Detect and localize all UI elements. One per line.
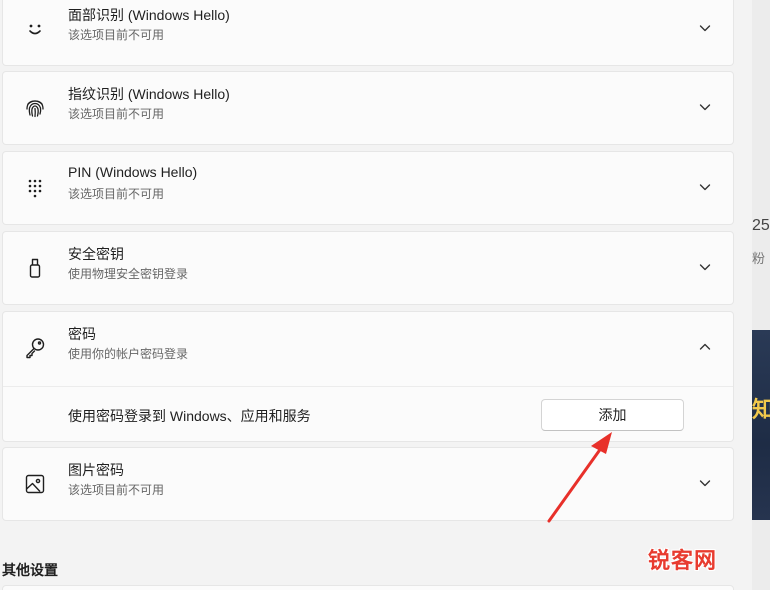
chevron-down-icon[interactable]	[697, 259, 713, 275]
background-banner: 知	[752, 330, 770, 520]
face-recognition-title: 面部识别 (Windows Hello)	[68, 7, 230, 23]
security-key-title: 安全密钥	[68, 246, 124, 262]
fingerprint-subtitle: 该选项目前不可用	[68, 107, 165, 121]
security-key-subtitle: 使用物理安全密钥登录	[68, 267, 189, 281]
picture-password-title: 图片密码	[68, 462, 124, 478]
pin-card[interactable]: PIN (Windows Hello) 该选项目前不可用	[2, 151, 734, 225]
background-banner-text: 知	[752, 397, 770, 422]
keypad-dots-icon	[23, 176, 47, 200]
chevron-down-icon[interactable]	[697, 99, 713, 115]
face-recognition-subtitle: 该选项目前不可用	[68, 28, 165, 42]
sign-in-options-list: 面部识别 (Windows Hello) 该选项目前不可用 指纹识别 (Wind…	[2, 0, 734, 590]
chevron-up-icon[interactable]	[697, 339, 713, 355]
pin-title: PIN (Windows Hello)	[68, 164, 198, 180]
picture-password-card[interactable]: 图片密码 该选项目前不可用	[2, 447, 734, 521]
chevron-down-icon[interactable]	[697, 475, 713, 491]
background-page-edge: 25 粉 知	[752, 0, 770, 590]
password-title: 密码	[68, 326, 96, 342]
fingerprint-icon	[23, 96, 47, 120]
pin-row[interactable]: PIN (Windows Hello) 该选项目前不可用	[3, 152, 733, 226]
usb-key-icon	[23, 256, 47, 280]
background-label-text: 粉	[752, 251, 766, 266]
chevron-down-icon[interactable]	[697, 179, 713, 195]
picture-password-row[interactable]: 图片密码 该选项目前不可用	[3, 448, 733, 522]
fingerprint-row[interactable]: 指纹识别 (Windows Hello) 该选项目前不可用	[3, 72, 733, 146]
background-number-text: 25	[752, 217, 770, 234]
password-detail-row: 使用密码登录到 Windows、应用和服务 添加	[3, 386, 733, 442]
password-subtitle: 使用你的帐户密码登录	[68, 347, 189, 361]
password-row[interactable]: 密码 使用你的帐户密码登录	[3, 312, 733, 386]
password-card[interactable]: 密码 使用你的帐户密码登录 使用密码登录到 Windows、应用和服务 添加	[2, 311, 734, 442]
picture-icon	[23, 472, 47, 496]
security-key-card[interactable]: 安全密钥 使用物理安全密钥登录	[2, 231, 734, 305]
password-detail-label: 使用密码登录到 Windows、应用和服务	[68, 408, 311, 424]
fingerprint-title: 指纹识别 (Windows Hello)	[68, 86, 230, 102]
chevron-down-icon[interactable]	[697, 20, 713, 36]
other-settings-heading: 其他设置	[2, 562, 58, 578]
other-settings-card[interactable]	[2, 585, 734, 590]
face-recognition-row[interactable]: 面部识别 (Windows Hello) 该选项目前不可用	[3, 0, 733, 67]
settings-window: 面部识别 (Windows Hello) 该选项目前不可用 指纹识别 (Wind…	[0, 0, 770, 590]
key-icon	[23, 336, 47, 360]
face-recognition-card[interactable]: 面部识别 (Windows Hello) 该选项目前不可用	[2, 0, 734, 66]
security-key-row[interactable]: 安全密钥 使用物理安全密钥登录	[3, 232, 733, 306]
add-password-button[interactable]: 添加	[541, 399, 684, 431]
picture-password-subtitle: 该选项目前不可用	[68, 483, 165, 497]
face-smile-icon	[23, 17, 47, 41]
watermark-logo: 锐客网	[648, 548, 718, 573]
pin-subtitle: 该选项目前不可用	[68, 187, 165, 201]
fingerprint-card[interactable]: 指纹识别 (Windows Hello) 该选项目前不可用	[2, 71, 734, 145]
